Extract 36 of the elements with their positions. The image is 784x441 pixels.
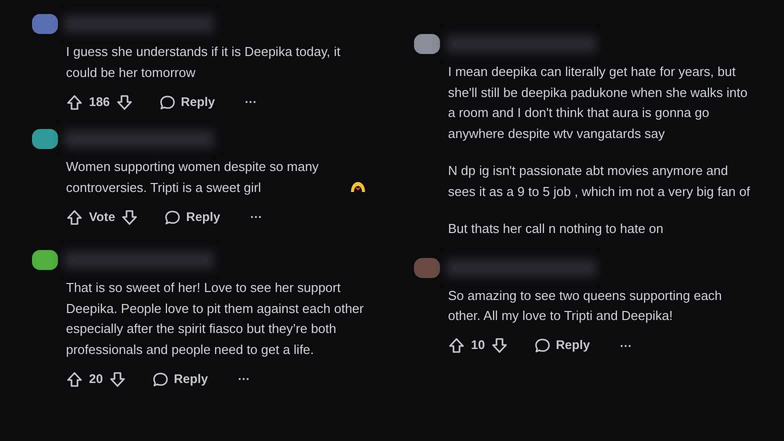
upvote-icon[interactable] [66,208,83,226]
comment-icon [152,370,169,388]
reply-button[interactable]: Reply [152,370,208,388]
comment-icon [534,337,551,354]
vote-count: 10 [471,337,485,354]
upvote-icon[interactable] [66,94,83,110]
comment-text: Women supporting women despite so many controversies. Tripti is a sweet girl [66,158,320,197]
more-button[interactable]: ··· [238,370,250,388]
reply-button[interactable]: Reply [534,336,590,355]
comment-text: But thats her call n nothing to hate on [448,221,664,236]
vote-count: 20 [89,370,103,388]
comment-icon [164,208,182,226]
downvote-icon[interactable] [490,337,508,354]
reply-button[interactable]: Reply [164,208,220,226]
upvote-icon[interactable] [66,370,83,388]
more-button[interactable]: ··· [250,208,262,226]
downvote-icon[interactable] [121,208,138,226]
comment-text: I mean deepika can literally get hate for years, but she'll still be deepika padukone when she walks into a room and I don't think that aura is gonna go anywhere despite wtv vangatards say [448,64,748,140]
more-button[interactable]: ··· [244,93,257,111]
vote-count: 186 [89,94,110,111]
vote-count: Vote [89,208,116,226]
avatar[interactable] [414,34,440,54]
comment-text: I guess she understands if it is Deepika today, it could be her tomorrow [66,44,340,80]
comment-text: N dp ig isn't passionate abt movies anymore and sees it as a 9 to 5 job , which im not a very big fan of [448,163,750,198]
downvote-icon[interactable] [108,370,126,388]
downvote-icon[interactable] [116,94,133,110]
avatar[interactable] [32,129,58,149]
heart-hands-icon [350,180,366,194]
avatar[interactable] [32,14,58,34]
reply-button[interactable]: Reply [158,92,215,112]
avatar[interactable] [32,250,58,270]
upvote-icon[interactable] [448,337,465,354]
comment-icon [158,94,176,110]
comment-text: That is so sweet of her! Love to see her support Deepika. People love to pit them against each other especially after the spirit fiasco but they’re both professionals and people need to get a life. [66,280,364,356]
comment-text: So amazing to see two queens supporting each other. All my love to Tripti and Deepika! [448,288,722,323]
more-button[interactable]: ··· [620,336,632,354]
